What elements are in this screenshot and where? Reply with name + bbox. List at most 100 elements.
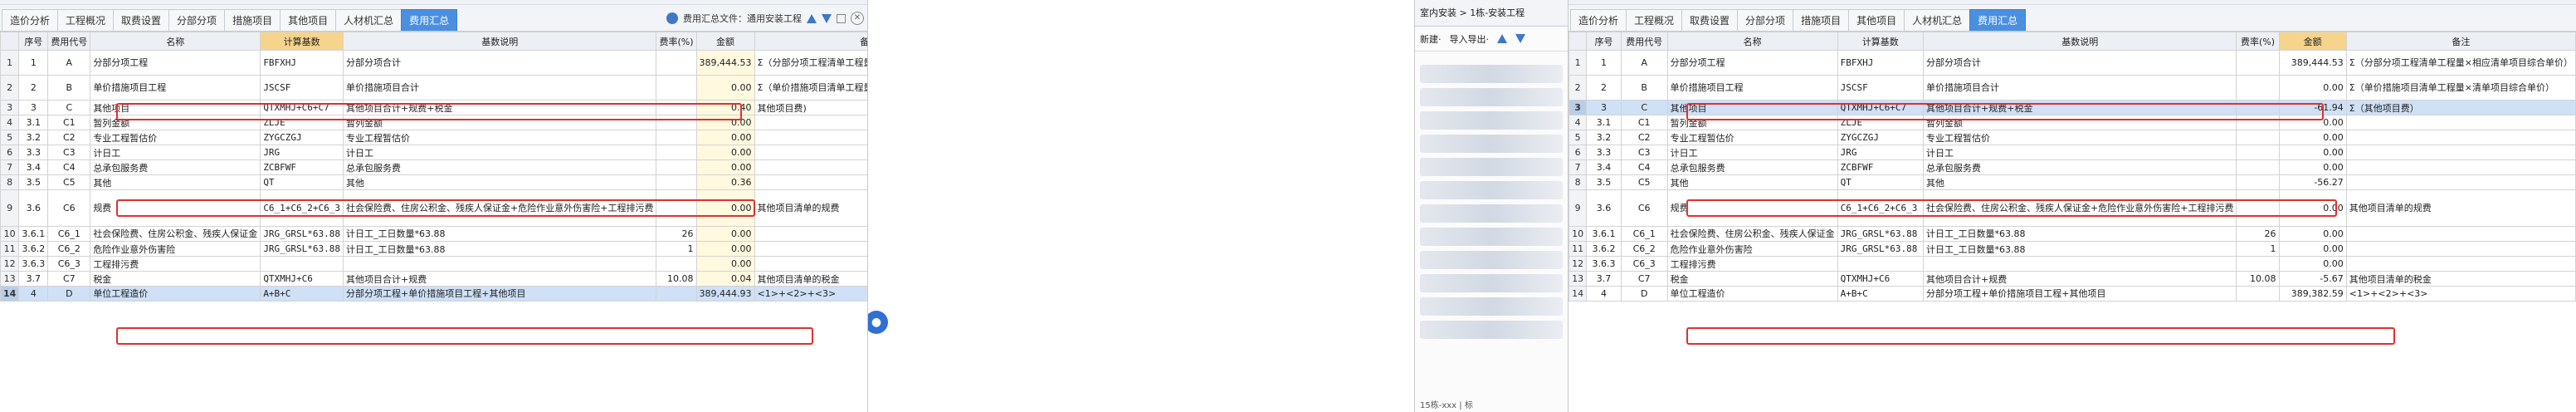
cell-name[interactable]: 工程排污费 [90,256,261,272]
cell-n[interactable]: 14 [0,286,20,302]
left-tab-0[interactable]: 造价分析 [2,9,59,31]
cell-note[interactable] [2345,115,2576,130]
cell-seq[interactable]: 3.4 [18,159,49,175]
cell-n[interactable]: 4 [0,115,20,130]
cell-seq[interactable]: 3.3 [1586,145,1622,160]
cell-name[interactable]: 分部分项工程 [90,50,261,76]
cell-rate[interactable]: 26 [656,226,697,242]
column-header[interactable]: 备注 [754,32,867,51]
column-header[interactable]: 名称 [1666,32,1838,51]
cell-code[interactable]: B [47,75,91,101]
table-row[interactable]: 7 3.4 C4 总承包服务费 ZCBFWF 总承包服务费 0.00 [1569,159,2576,175]
cell-seq[interactable]: 3.6.1 [18,226,49,242]
list-item[interactable] [1420,65,1563,83]
table-row[interactable]: 4 3.1 C1 暂列金额 ZLJE 暂列金额 0.00 [0,115,867,130]
cell-base[interactable] [1837,256,1925,272]
cell-rate[interactable] [2236,75,2280,101]
cell-amount[interactable]: 0.36 [695,174,755,190]
cell-name[interactable]: 社会保险费、住房公积金、残疾人保证金 [90,226,261,242]
cell-n[interactable]: 11 [0,241,20,257]
cell-base[interactable]: C6_1+C6_2+C6_3 [1837,189,1925,227]
list-item[interactable] [1420,274,1563,292]
cell-amount[interactable]: 0.00 [2278,241,2347,257]
table-row[interactable]: 6 3.3 C3 计日工 JRG 计日工 0.00 [1569,145,2576,160]
cell-code[interactable]: C [1620,100,1668,115]
cell-note[interactable]: <1>+<2>+<3> [2345,286,2576,302]
cell-seq[interactable]: 3.1 [18,115,49,130]
table-row[interactable]: 11 3.6.2 C6_2 危险作业意外伤害险 JRG_GRSL*63.88 计日工_工日… [0,241,867,257]
cell-name[interactable]: 专业工程暂估价 [90,130,261,145]
arrow-up-icon[interactable] [807,13,817,23]
cell-n[interactable]: 5 [1569,130,1588,145]
cell-n[interactable]: 11 [1569,241,1588,257]
cell-n[interactable]: 3 [0,100,20,115]
info-circle-icon[interactable] [666,12,678,24]
cell-rate[interactable] [656,115,697,130]
table-row[interactable]: 12 3.6.3 C6_3 工程排污费 0.00 [0,256,867,272]
cell-name[interactable]: 工程排污费 [1666,256,1838,272]
cell-n[interactable]: 10 [0,226,20,242]
table-row[interactable]: 1 1 A 分部分项工程 FBFXHJ 分部分项合计 389,444.53 Σ（分部分项工程清… [1569,50,2576,76]
table-row[interactable]: 10 3.6.1 C6_1 社会保险费、住房公积金、残疾人保证金 JRG_GRSL*63… [1569,226,2576,242]
left-tab-6[interactable]: 人材机汇总 [335,9,402,31]
cell-amount[interactable]: 0.00 [695,130,755,145]
cell-amount[interactable]: 0.04 [695,271,755,287]
cell-seq[interactable]: 3.1 [1586,115,1622,130]
cell-code[interactable]: A [47,50,91,76]
list-item[interactable] [1420,297,1563,316]
column-header[interactable]: 费用代号 [47,32,91,51]
cell-desc[interactable]: 计日工 [1923,145,2237,160]
column-header[interactable]: 备注 [2345,32,2576,51]
cell-code[interactable]: C [47,100,91,115]
cell-rate[interactable] [656,189,697,227]
cell-desc[interactable]: 分部分项工程+单价措施项目工程+其他项目 [1923,286,2237,302]
cell-n[interactable]: 10 [1569,226,1588,242]
cell-base[interactable]: JSCSF [260,75,344,101]
right-tab-2[interactable]: 取费设置 [1681,9,1739,31]
table-row[interactable]: 8 3.5 C5 其他 QT 其他 -56.27 [1569,174,2576,190]
cell-desc[interactable]: 社会保险费、住房公积金、残疾人保证金+危险作业意外伤害险+工程排污费 [1923,189,2237,227]
cell-name[interactable]: 规费 [1666,189,1838,227]
cell-rate[interactable] [2236,286,2280,302]
cell-rate[interactable] [2236,256,2280,272]
cell-rate[interactable] [656,286,697,302]
close-icon[interactable]: ✕ [851,12,864,25]
table-row[interactable]: 13 3.7 C7 税金 QTXMHJ+C6 其他项目合计+规费 10.08 -5.67 其他项… [1569,271,2576,287]
table-row[interactable]: 6 3.3 C3 计日工 JRG 计日工 0.00 [0,145,867,160]
cell-name[interactable]: 规费 [90,189,261,227]
cell-desc[interactable]: 其他项目合计+规费 [1923,271,2237,287]
cell-rate[interactable] [656,174,697,190]
cell-seq[interactable]: 3.2 [1586,130,1622,145]
cell-amount[interactable]: 0.00 [695,145,755,160]
cell-seq[interactable]: 3.4 [1586,159,1622,175]
cell-seq[interactable]: 2 [18,75,49,101]
cell-amount[interactable]: 0.00 [695,75,755,101]
cell-rate[interactable]: 10.08 [2236,271,2280,287]
cell-seq[interactable]: 3.6.1 [1586,226,1622,242]
cell-code[interactable]: C6_3 [47,256,91,272]
cell-rate[interactable]: 1 [2236,241,2280,257]
table-row[interactable]: 5 3.2 C2 专业工程暂估价 ZYGCZGJ 专业工程暂估价 0.00 [0,130,867,145]
table-row[interactable]: 9 3.6 C6 规费 C6_1+C6_2+C6_3 社会保险费、住房公积金、残疾人保证金… [1569,189,2576,227]
cell-note[interactable] [2345,130,2576,145]
cell-note[interactable]: Σ（单价措施项目清单工程量×清单项目综合单价） [754,75,867,101]
list-item[interactable] [1420,135,1563,153]
column-header[interactable]: 费率(%) [656,32,697,51]
cell-name[interactable]: 税金 [1666,271,1838,287]
column-header[interactable]: 基数说明 [343,32,657,51]
cell-name[interactable]: 其他 [90,174,261,190]
left-tab-3[interactable]: 分部分项 [168,9,226,31]
cell-amount[interactable]: 0.00 [695,241,755,257]
cell-desc[interactable]: 计日工_工日数量*63.88 [1923,241,2237,257]
cell-n[interactable]: 13 [1569,271,1588,287]
right-tab-7[interactable]: 费用汇总 [1969,9,2027,31]
cell-note[interactable] [2345,241,2576,257]
cell-note[interactable]: 其他项目清单的规费 [2345,189,2576,227]
cell-note[interactable] [754,159,867,175]
cell-code[interactable]: C7 [1620,271,1668,287]
column-header[interactable]: 费率(%) [2236,32,2280,51]
cell-rate[interactable] [2236,189,2280,227]
arrow-down-icon[interactable] [822,13,832,23]
column-header[interactable]: 金额 [695,32,755,51]
cell-note[interactable]: <1>+<2>+<3> [754,286,867,302]
